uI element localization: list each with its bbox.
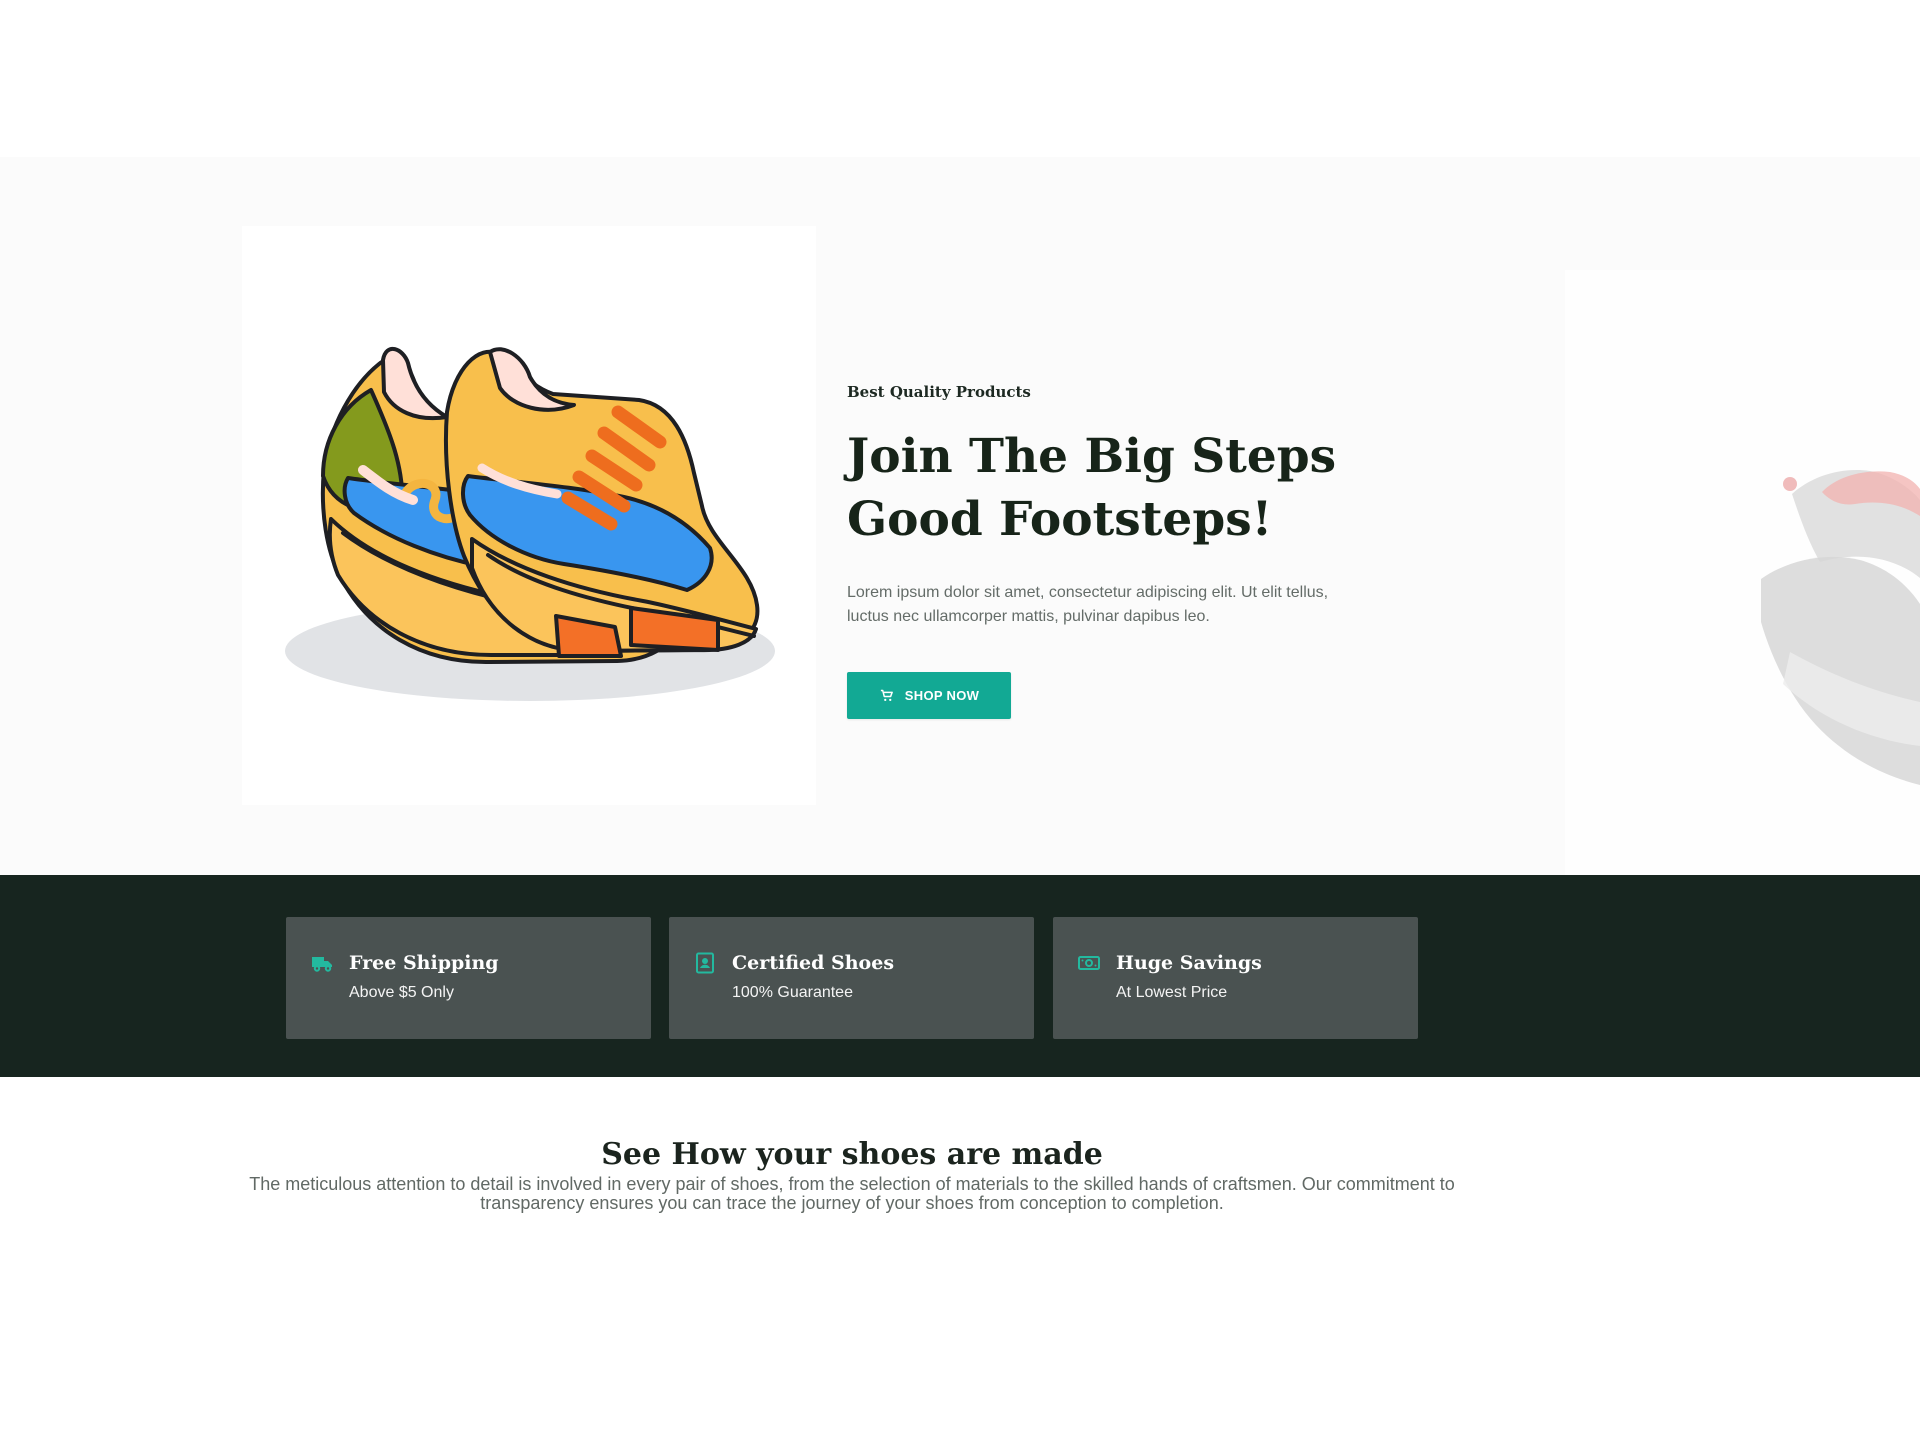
feature-subtitle: 100% Guarantee [732,984,853,1001]
shop-now-label: SHOP NOW [904,688,980,703]
feature-title: Huge Savings [1116,952,1262,974]
feature-title: Certified Shoes [732,952,895,974]
shop-now-button[interactable]: SHOP NOW [847,672,1011,719]
feature-subtitle: Above $5 Only [349,984,454,1001]
hero-section: Best Quality Products Join The Big Steps… [0,157,1920,875]
colorful-sneakers-illustration [285,347,775,701]
certificate-icon [693,951,717,975]
hero-description: Lorem ipsum dolor sit amet, consectetur … [847,584,1329,625]
features-band: Free Shipping Above $5 Only Certified Sh… [0,875,1920,1077]
feature-card-certified-shoes: Certified Shoes 100% Guarantee [669,917,1034,1039]
feature-title: Free Shipping [349,952,499,974]
hero-eyebrow: Best Quality Products [847,383,1031,401]
truck-icon [310,951,334,975]
faded-gray-sneaker-image [1565,270,1920,875]
top-whitespace [0,0,1920,157]
hero-product-card [242,226,816,805]
feature-card-free-shipping: Free Shipping Above $5 Only [286,917,651,1039]
cart-icon [879,688,894,703]
feature-card-huge-savings: Huge Savings At Lowest Price [1053,917,1418,1039]
hero-title: Join The Big Steps Good Footsteps! [847,429,1337,547]
shoes-made-section: See How your shoes are made The meticulo… [0,1077,1920,1440]
hero-copy: Best Quality Products Join The Big Steps… [847,383,1387,719]
money-icon [1077,951,1101,975]
section-description: The meticulous attention to detail is in… [249,1174,1455,1213]
section-title: See How your shoes are made [601,1137,1103,1172]
feature-subtitle: At Lowest Price [1116,984,1228,1001]
